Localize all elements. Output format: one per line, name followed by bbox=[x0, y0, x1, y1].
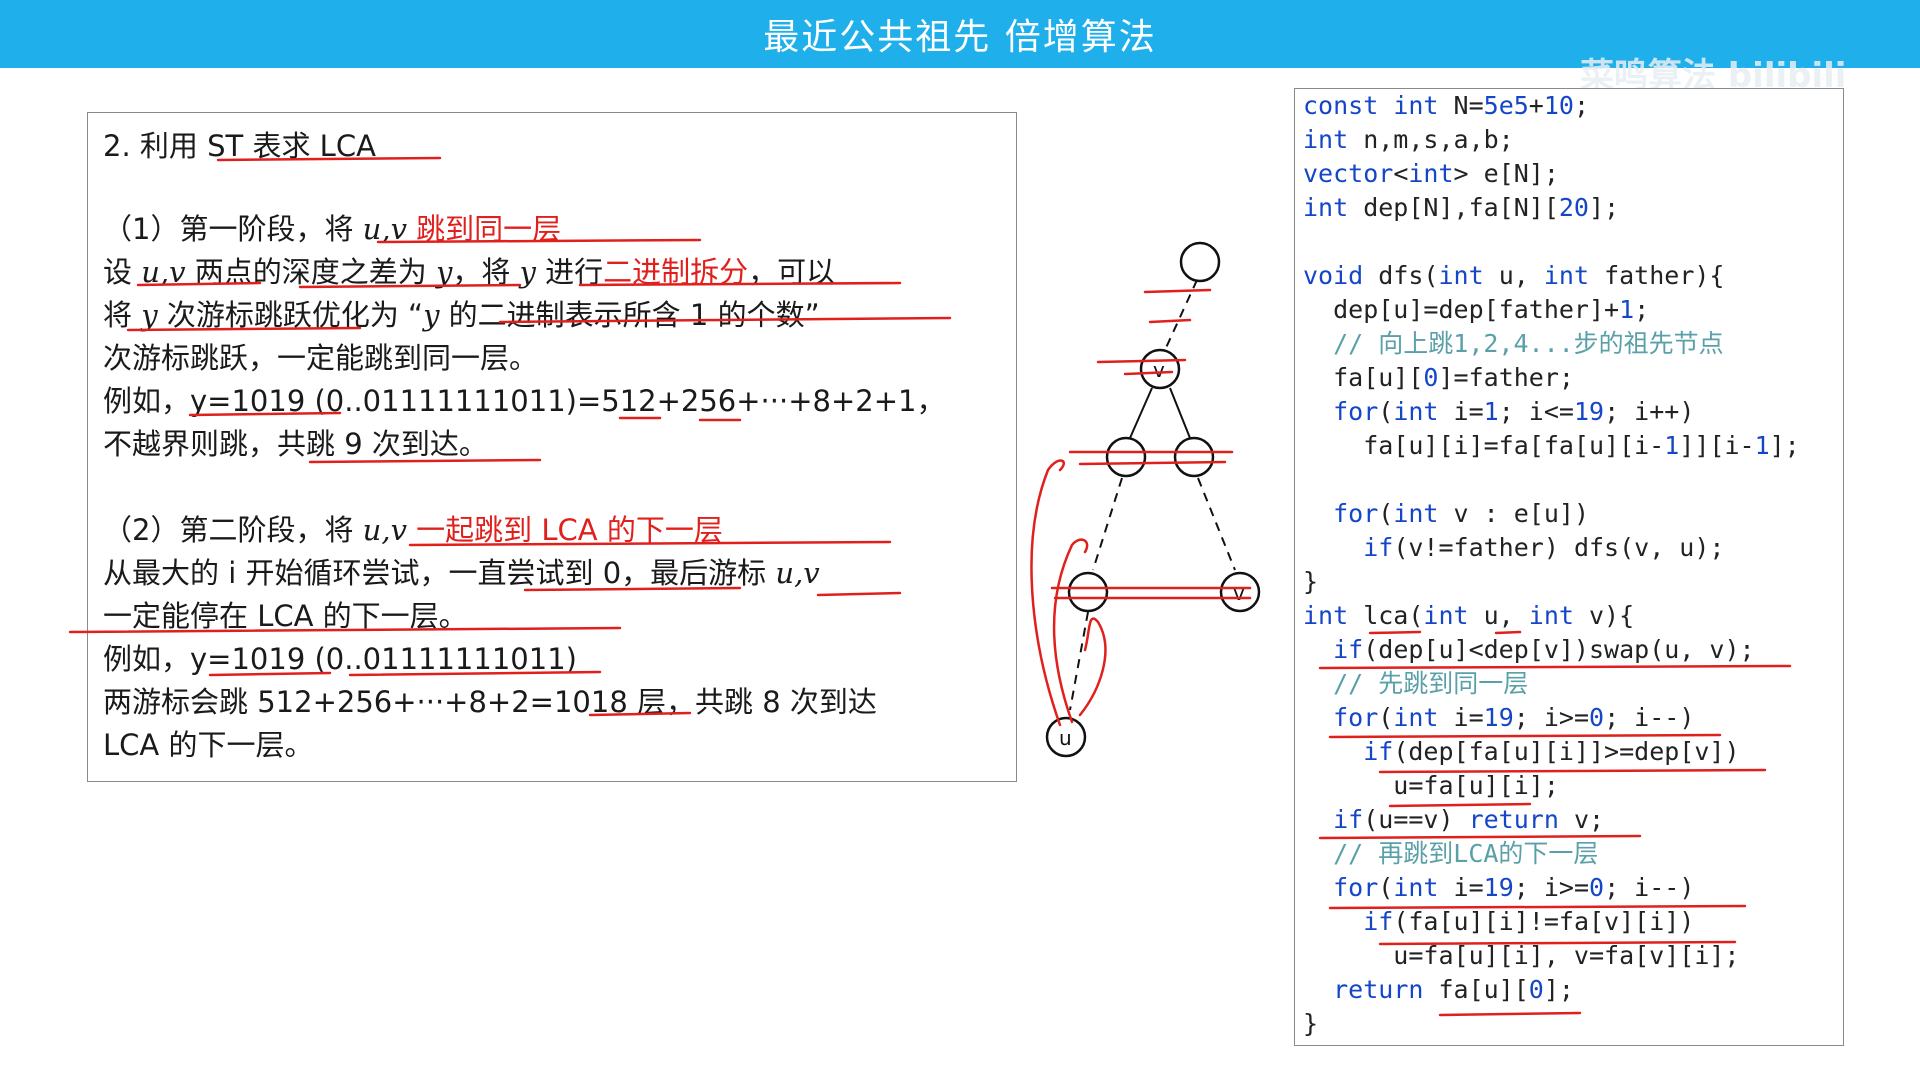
text-red-underlines bbox=[68, 156, 952, 717]
tree-node-left bbox=[1105, 436, 1147, 478]
tree-edges bbox=[1069, 279, 1236, 711]
tree-label-v: v bbox=[1233, 581, 1245, 605]
code-red-underlines bbox=[1318, 630, 1792, 1017]
annotation-layer: v v u bbox=[68, 156, 1792, 1017]
tree-node-right bbox=[1173, 436, 1215, 478]
tree-red-marks bbox=[1030, 288, 1252, 727]
tree-label-u: u bbox=[1059, 726, 1072, 750]
tree-nodes bbox=[1045, 241, 1261, 758]
tree-node-root bbox=[1179, 241, 1221, 283]
tree-node-left-lower bbox=[1067, 571, 1109, 613]
